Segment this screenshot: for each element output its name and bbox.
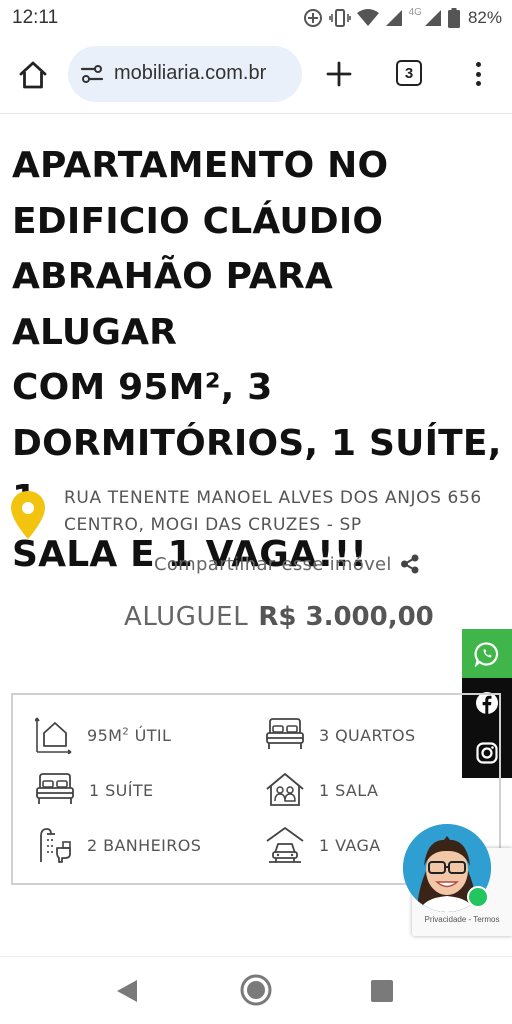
price-value: R$ 3.000,00 [258, 602, 434, 632]
price-label: ALUGUEL [124, 602, 249, 632]
feature-suites: 1 SUÍTE [35, 770, 154, 810]
recent-apps-icon[interactable] [371, 980, 393, 1002]
network-type-label: 4G [408, 6, 422, 18]
signal-icon-2 [424, 10, 441, 26]
data-saver-icon [303, 9, 322, 27]
tab-count: 3 [404, 64, 414, 82]
signal-icon [385, 10, 402, 26]
home-button[interactable] [16, 58, 50, 92]
feature-bedrooms-label: 3 QUARTOS [319, 725, 416, 745]
back-icon[interactable] [116, 979, 138, 1003]
android-nav-bar [0, 956, 512, 1024]
feature-parking: 1 VAGA [265, 825, 381, 865]
new-tab-icon [326, 61, 352, 87]
url-text[interactable]: mobiliaria.com.br [114, 62, 266, 85]
price-block: ALUGUEL R$ 3.000,00 [124, 602, 434, 638]
suite-bed-icon [36, 773, 74, 804]
feature-bedrooms: 3 QUARTOS [265, 715, 416, 755]
location-pin-icon [11, 491, 45, 539]
title-line: APARTAMENTO NO [12, 145, 389, 186]
bed-icon [266, 718, 304, 749]
title-line: ABRAHÃO PARA ALUGAR [12, 256, 333, 353]
recaptcha-text[interactable]: Privacidade - Termos [412, 915, 512, 924]
feature-living-room: 1 SALA [265, 770, 378, 810]
title-line: COM 95M², 3 [12, 367, 273, 408]
site-settings-icon[interactable] [80, 63, 104, 85]
more-menu-icon [475, 62, 481, 67]
feature-area: 95M2 ÚTIL [35, 715, 171, 755]
online-status-dot [467, 886, 489, 908]
garage-car-icon [266, 827, 304, 863]
feature-parking-label: 1 VAGA [319, 835, 381, 855]
new-tab-button[interactable] [322, 57, 356, 91]
address-city: CENTRO, MOGI DAS CRUZES - SP [64, 515, 362, 535]
address-bar[interactable]: mobiliaria.com.br [68, 46, 302, 102]
feature-bathrooms-label: 2 BANHEIROS [87, 835, 202, 855]
status-icons: 4G 82% [303, 6, 502, 30]
living-room-icon [266, 773, 304, 806]
home-icon [19, 61, 47, 89]
status-bar: 12:11 4G 82% [0, 0, 512, 36]
battery-percent: 82% [467, 8, 502, 27]
tab-switcher-button[interactable]: 3 [396, 60, 422, 86]
battery-icon [447, 8, 460, 28]
whatsapp-button[interactable] [462, 629, 512, 678]
status-time: 12:11 [12, 7, 59, 28]
address-block: RUA TENENTE MANOEL ALVES DOS ANJOS 656 C… [10, 488, 504, 544]
more-menu-button[interactable] [468, 59, 488, 89]
address-street: RUA TENENTE MANOEL ALVES DOS ANJOS 656 [64, 488, 482, 508]
vibrate-icon [328, 9, 351, 27]
area-icon [35, 717, 72, 754]
home-nav-icon[interactable] [240, 974, 272, 1006]
share-button[interactable]: Compartilhar esse imóvel [154, 551, 420, 577]
browser-toolbar: mobiliaria.com.br 3 [0, 36, 512, 114]
feature-living-room-label: 1 SALA [319, 780, 379, 800]
feature-bathrooms: 2 BANHEIROS [35, 825, 201, 865]
bathroom-icon [40, 828, 71, 863]
feature-area-label: 95M2 ÚTIL [87, 725, 172, 745]
wifi-icon [356, 9, 379, 26]
share-label: Compartilhar esse imóvel [154, 553, 392, 575]
feature-suites-label: 1 SUÍTE [89, 780, 154, 800]
whatsapp-icon [474, 641, 499, 667]
title-line: EDIFICIO CLÁUDIO [12, 200, 384, 242]
share-icon [400, 554, 419, 574]
